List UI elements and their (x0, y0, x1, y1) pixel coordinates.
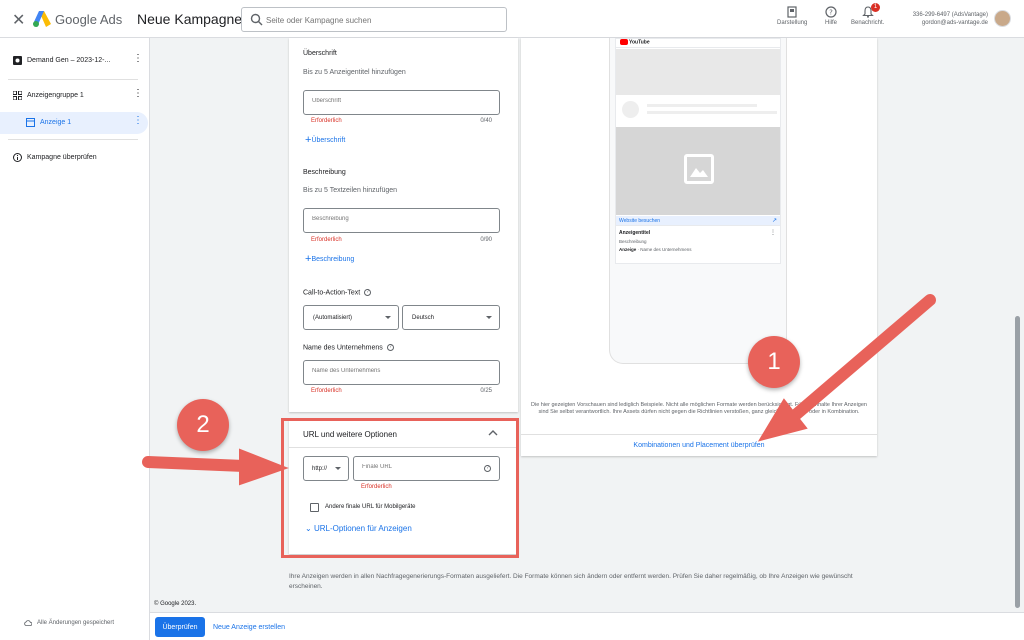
annotation-badge-1: 1 (748, 336, 800, 388)
arrow-1-shaft-icon (786, 294, 936, 424)
annotation-badge-2: 2 (177, 399, 229, 451)
arrow-2-head-icon (239, 448, 289, 486)
annotation-arrows (142, 294, 936, 486)
arrow-2-shaft-icon (142, 456, 250, 472)
